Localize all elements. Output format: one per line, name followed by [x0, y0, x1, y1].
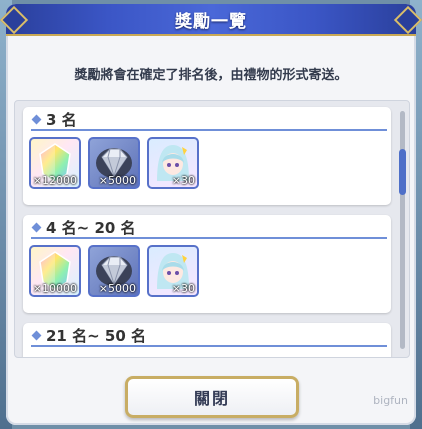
rainbow-jewel-item[interactable]: ×12000 — [29, 137, 81, 189]
diamond-ore-item[interactable]: ×5000 — [88, 245, 140, 297]
item-quantity: ×10000 — [32, 282, 77, 295]
item-quantity: ×5000 — [98, 174, 136, 187]
reward-list-panel[interactable]: 3 名 ×12000 ×5000 ×30 4 名~ 20 名 ×10000 ×5… — [14, 100, 410, 358]
item-quantity: ×5000 — [98, 282, 136, 295]
tier-divider — [31, 237, 387, 239]
close-button-label: 關閉 — [193, 389, 230, 408]
dialog-title: 獎勵一覽 — [175, 11, 247, 32]
tier-divider — [31, 129, 387, 131]
reward-tier: 3 名 ×12000 ×5000 ×30 — [23, 107, 391, 205]
bullet-diamond-icon — [31, 330, 42, 341]
tier-divider — [31, 345, 387, 347]
rainbow-jewel-item[interactable]: ×10000 — [29, 245, 81, 297]
scrollbar-track[interactable] — [399, 111, 406, 349]
character-memory-piece-item[interactable]: ×30 — [147, 137, 199, 189]
watermark: bigfun — [373, 394, 408, 407]
reward-tier: 21 名~ 50 名 — [23, 323, 391, 357]
scrollbar-thumb[interactable] — [399, 149, 406, 195]
tier-rank-label: 3 名 — [46, 111, 77, 129]
item-quantity: ×30 — [171, 174, 195, 187]
dialog-title-bar: 獎勵一覽 — [0, 4, 422, 36]
reward-tier: 4 名~ 20 名 ×10000 ×5000 ×30 — [23, 215, 391, 313]
bullet-diamond-icon — [31, 114, 42, 125]
tier-rank-label: 21 名~ 50 名 — [46, 327, 146, 345]
item-quantity: ×12000 — [32, 174, 77, 187]
close-button[interactable]: 關閉 — [125, 376, 299, 418]
tier-rank-label: 4 名~ 20 名 — [46, 219, 136, 237]
bullet-diamond-icon — [31, 222, 42, 233]
item-quantity: ×30 — [171, 282, 195, 295]
reward-notice: 獎勵將會在確定了排名後，由禮物的形式寄送。 — [74, 68, 348, 83]
character-memory-piece-item[interactable]: ×30 — [147, 245, 199, 297]
diamond-ore-item[interactable]: ×5000 — [88, 137, 140, 189]
